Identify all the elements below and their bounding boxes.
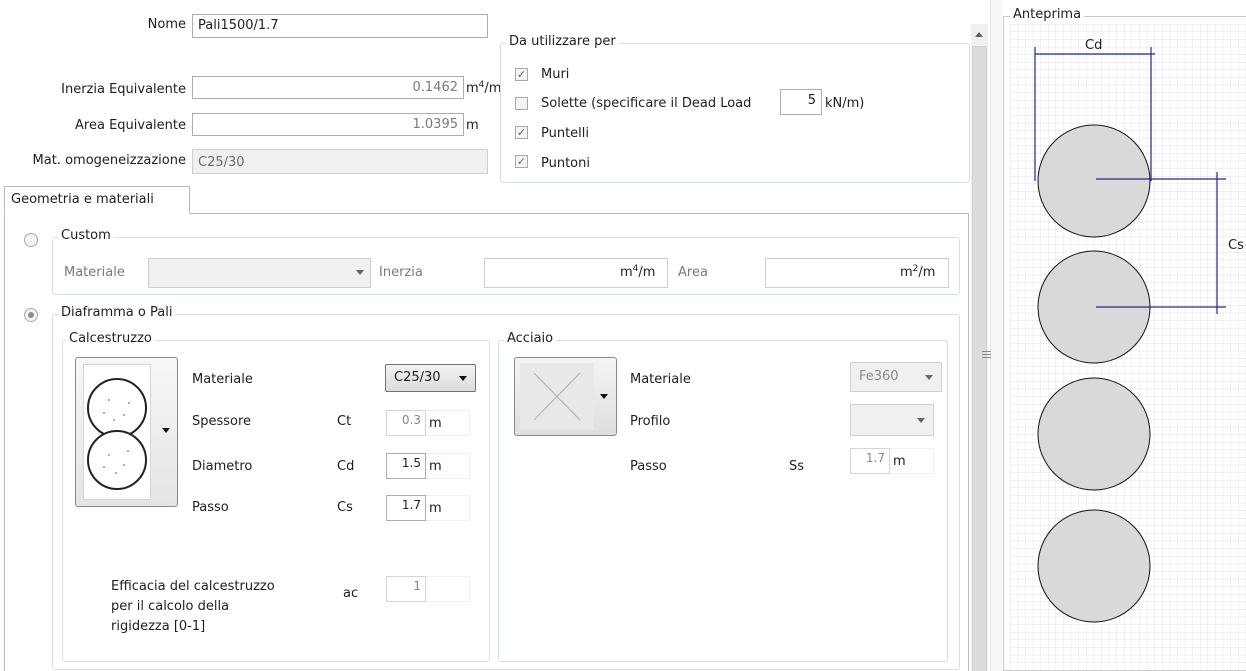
acciaio-materiale-label: Materiale [630,372,691,387]
inerzia-equivalente-unit: m4/m [466,80,502,96]
passo-unit: m [426,495,470,521]
preview-canvas [1010,24,1246,671]
diametro-input[interactable]: 1.5 [386,453,426,479]
custom-area-unit: m2/m [900,264,936,280]
acciaio-passo-unit: m [890,448,934,474]
scroll-up-icon[interactable] [975,32,983,37]
solette-checkbox[interactable] [515,97,528,110]
passo-symbol: Cs [337,500,353,515]
efficacia-field: 1 [386,576,426,602]
passo-input[interactable]: 1.7 [386,495,426,521]
preview-group-title: Anteprima [1010,7,1085,22]
grip-icon [982,351,991,358]
puntoni-label: Puntoni [541,156,590,171]
dead-load-unit: kN/m) [825,96,865,111]
chevron-down-icon [356,270,364,275]
diametro-label: Diametro [192,459,253,474]
muri-checkbox[interactable]: ✓ [515,68,528,81]
custom-inerzia-label: Inerzia [379,265,423,280]
nome-input[interactable]: Pali1500/1.7 [192,14,488,38]
custom-area-label: Area [678,265,708,280]
scrollbar-thumb[interactable] [972,46,987,671]
passo-label: Passo [192,500,229,515]
efficacia-label-line2: per il calcolo della [111,599,230,614]
tab-geometria-materiali[interactable]: Geometria e materiali [4,186,190,214]
spessore-unit: m [426,410,470,436]
inerzia-equivalente-label: Inerzia Equivalente [61,82,186,97]
acciaio-passo-label: Passo [630,459,667,474]
profilo-dropdown[interactable] [850,404,934,436]
efficacia-symbol: ac [343,586,359,601]
acciaio-group-title: Acciaio [504,331,557,346]
usage-group-title: Da utilizzare per [506,34,619,49]
custom-group-title: Custom [58,228,114,243]
area-equivalente-label: Area Equivalente [75,118,186,133]
calcestruzzo-group-title: Calcestruzzo [66,331,155,346]
spessore-label: Spessore [192,414,252,429]
custom-materiale-dropdown[interactable] [148,258,371,288]
mat-omogeneizzazione-field: C25/30 [192,149,488,174]
efficacia-label-line1: Efficacia del calcestruzzo [111,579,275,594]
steel-section-button[interactable] [514,357,617,436]
custom-materiale-label: Materiale [64,265,125,280]
diametro-unit: m [426,453,470,479]
spessore-field: 0.3 [386,410,426,436]
mat-omogeneizzazione-label: Mat. omogeneizzazione [32,153,186,168]
inerzia-equivalente-field[interactable]: 0.1462 [192,76,464,99]
section-type-button[interactable] [75,357,178,507]
dead-load-input[interactable]: 5 [780,89,822,115]
chevron-down-icon [917,418,925,423]
splitter[interactable] [990,0,1002,671]
custom-inerzia-unit: m4/m [620,264,656,280]
acciaio-passo-symbol: Ss [789,459,805,474]
pile-section-icon [83,364,151,500]
spessore-symbol: Ct [337,414,352,429]
area-equivalente-unit: m [466,118,479,133]
preview-cs-label: Cs [1228,238,1244,253]
preview-cd-label: Cd [1085,38,1103,53]
chevron-down-icon [162,428,170,433]
puntelli-checkbox[interactable]: ✓ [515,126,528,139]
acciaio-materiale-dropdown[interactable]: Fe360 [850,362,942,392]
nome-label: Nome [147,17,186,32]
chevron-down-icon [925,375,933,380]
efficacia-label-line3: rigidezza [0-1] [111,619,206,634]
diaframma-radio[interactable] [24,308,38,322]
efficacia-unit-spacer [426,576,470,602]
acciaio-passo-field: 1.7 [850,448,890,474]
puntoni-checkbox[interactable]: ✓ [515,155,528,168]
calc-materiale-dropdown[interactable]: C25/30 [385,364,476,392]
custom-radio[interactable] [24,233,38,247]
solette-label: Solette (specificare il Dead Load [541,96,752,111]
chevron-down-icon [459,376,467,381]
profilo-label: Profilo [630,414,671,429]
diametro-symbol: Cd [337,459,355,474]
muri-label: Muri [541,67,570,82]
puntelli-label: Puntelli [541,126,590,141]
vertical-scrollbar[interactable] [971,24,988,671]
area-equivalente-field[interactable]: 1.0395 [192,113,464,136]
calc-materiale-label: Materiale [192,372,253,387]
diaframma-group-title: Diaframma o Pali [58,305,176,320]
no-section-icon [520,363,594,430]
chevron-down-icon [600,394,608,399]
